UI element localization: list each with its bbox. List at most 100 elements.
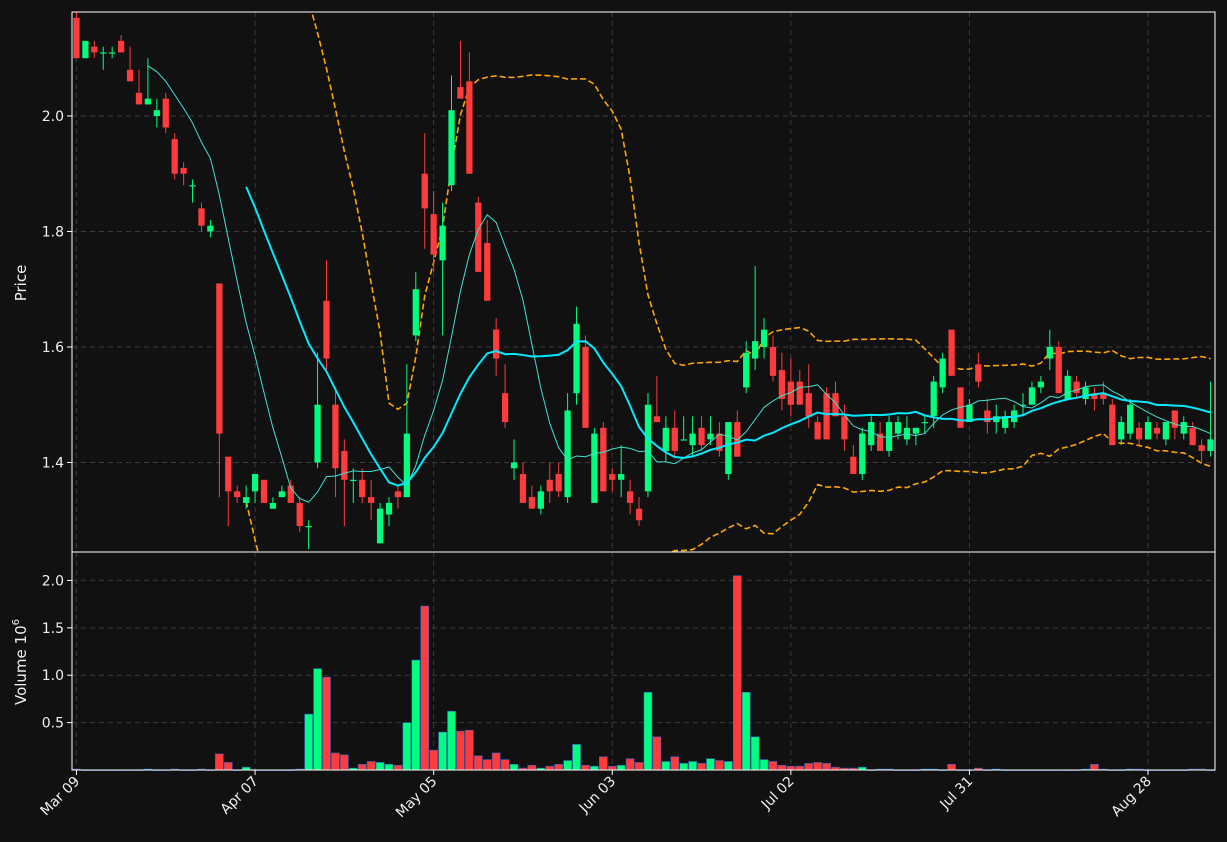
candle-body: [698, 427, 705, 446]
volume-bar: [456, 730, 465, 771]
candle-body: [1109, 404, 1116, 446]
candle-body: [144, 98, 152, 105]
volume-bar: [420, 605, 430, 771]
candle-body: [841, 416, 848, 440]
candle-body: [323, 300, 330, 359]
volume-bar: [706, 758, 715, 771]
candle-body: [877, 433, 884, 451]
candle-body: [260, 479, 268, 503]
volume-bar: [679, 763, 689, 771]
price-tick-label: 2.0: [42, 109, 64, 125]
candle-body: [91, 46, 98, 53]
candle-body: [903, 427, 911, 440]
candle-body: [519, 474, 527, 503]
volume-bar: [697, 763, 706, 771]
candle-body: [457, 87, 464, 99]
volume-bar: [652, 736, 662, 771]
candle-body: [805, 393, 812, 417]
candle-body: [1189, 427, 1196, 446]
candle-body: [359, 479, 366, 498]
volume-bar: [750, 736, 760, 771]
candle-body: [626, 491, 634, 503]
candle-body: [680, 439, 687, 441]
volume-bar: [438, 731, 447, 771]
volume-bar: [625, 758, 635, 771]
candle-body: [823, 393, 830, 440]
candle-body: [126, 69, 134, 82]
candle-body: [171, 139, 178, 174]
candle-body: [234, 491, 241, 498]
volume-bar: [223, 762, 233, 771]
candle-body: [725, 422, 732, 475]
volume-bar: [357, 764, 367, 771]
candle-body: [1028, 387, 1036, 405]
candle-body: [796, 381, 803, 405]
candle-body: [1064, 375, 1071, 399]
candle-body: [1135, 427, 1143, 440]
candle-body: [1198, 445, 1205, 451]
price-tick-label: 1.4: [42, 455, 64, 471]
candle-body: [537, 491, 544, 509]
volume-bar: [500, 759, 510, 771]
candle-body: [743, 352, 750, 388]
volume-bar: [804, 763, 814, 771]
price-axis-label: Price: [12, 265, 30, 302]
candle-body: [930, 381, 937, 417]
candle-body: [760, 329, 768, 347]
candle-body: [341, 450, 348, 480]
candle-body: [296, 502, 303, 527]
candle-body: [1037, 381, 1044, 388]
volume-bar: [813, 762, 822, 771]
candle-body: [350, 479, 357, 482]
volume-bar: [947, 764, 956, 771]
volume-bar: [447, 710, 456, 771]
candle-body: [1144, 422, 1152, 440]
volume-bar: [375, 762, 385, 771]
candle-body: [653, 416, 661, 423]
candle-body: [1171, 410, 1178, 428]
candle-body: [635, 508, 643, 521]
candle-body: [921, 422, 928, 424]
candle-body: [769, 346, 777, 376]
candle-body: [109, 52, 116, 54]
candle-body: [243, 497, 250, 503]
volume-bar: [331, 752, 340, 771]
volume-bar: [545, 765, 555, 771]
volume-exponent-base: 10: [12, 625, 30, 644]
candle-body: [1118, 422, 1125, 440]
volume-tick-label: 0.5: [42, 716, 64, 732]
candle-body: [430, 214, 437, 255]
candle-body: [448, 110, 455, 186]
volume-bar: [661, 761, 671, 771]
volume-bar: [581, 764, 590, 771]
volume-bar: [402, 722, 412, 771]
volume-bar: [768, 761, 778, 771]
volume-bar: [313, 668, 322, 771]
volume-bar: [759, 759, 769, 771]
candle-body: [912, 427, 919, 434]
candle-body: [153, 110, 160, 116]
volume-bar: [554, 764, 563, 771]
candle-body: [546, 479, 553, 492]
candle-body: [225, 456, 232, 492]
candle-body: [600, 427, 607, 492]
candle-body: [564, 410, 571, 498]
volume-bar: [473, 755, 483, 771]
volume-bar: [340, 754, 349, 771]
candle-body: [1055, 346, 1062, 394]
candle-body: [368, 497, 375, 503]
volume-axis-label: Volume 106: [11, 619, 30, 705]
candlestick-chart: 1.41.61.82.00.51.01.52.0Mar 09 Apr 07 May …: [0, 0, 1227, 842]
candle-body: [385, 502, 393, 515]
candle-body: [412, 289, 419, 336]
candle-body: [376, 508, 384, 544]
volume-bar: [572, 744, 581, 771]
candle-body: [1127, 404, 1134, 434]
volume-bar: [366, 761, 376, 771]
candle-body: [609, 474, 616, 480]
candle-body: [850, 456, 857, 475]
volume-bar: [643, 691, 653, 771]
candle-body: [484, 243, 491, 301]
candle-body: [868, 422, 875, 446]
volume-bar: [670, 756, 680, 771]
